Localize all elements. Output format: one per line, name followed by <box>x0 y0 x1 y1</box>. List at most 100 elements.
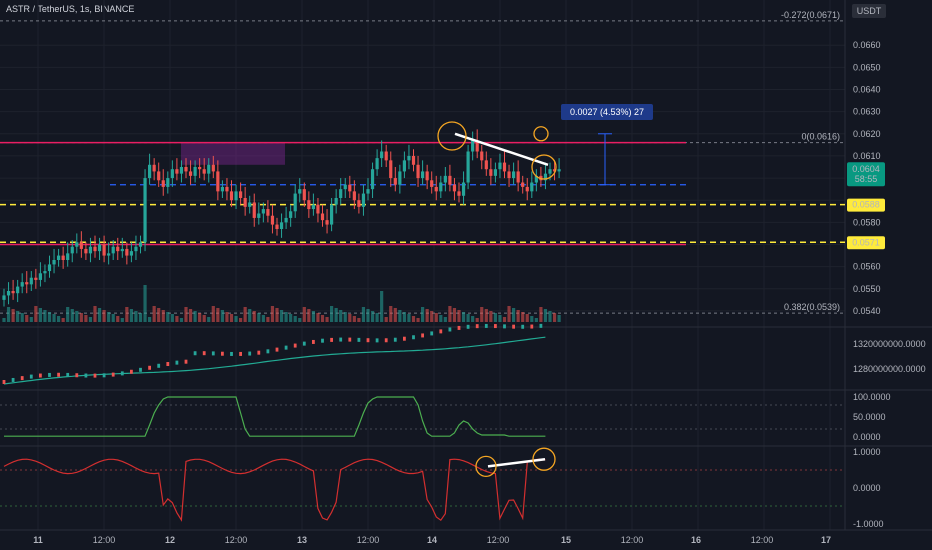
volume-bar <box>393 308 397 322</box>
candle-body <box>188 171 193 176</box>
indicator1-candle <box>66 372 70 377</box>
volume-bar <box>489 311 493 322</box>
volume-bar <box>380 291 384 322</box>
volume-bar <box>507 306 511 322</box>
volume-bar <box>284 312 288 322</box>
candle-body <box>170 169 174 179</box>
candle-body <box>6 291 11 296</box>
indicator1-tick: 1320000000.0000 <box>853 339 926 349</box>
candle-body <box>248 202 252 207</box>
volume-bar <box>475 318 479 322</box>
candle-body <box>134 246 138 252</box>
indicator1-candle <box>466 324 470 329</box>
candle-body <box>375 158 379 170</box>
candle-body <box>357 200 361 207</box>
indicator1-candle <box>393 337 397 342</box>
volume-bar <box>243 307 247 322</box>
volume-bar <box>252 311 256 322</box>
candle-body <box>261 209 265 214</box>
volume-bar <box>443 317 447 322</box>
candle-body <box>471 140 475 152</box>
candle-body <box>389 160 393 179</box>
candle-body <box>502 162 507 172</box>
volume-bar <box>411 316 416 322</box>
candle-body <box>84 248 88 254</box>
indicator2-line <box>4 396 546 437</box>
indicator1-candle <box>348 337 352 342</box>
candle-body <box>270 215 275 225</box>
candle-body <box>38 273 42 280</box>
volume-bar <box>548 311 552 322</box>
candle-body <box>175 169 179 174</box>
indicator1-candle <box>421 333 424 338</box>
support-price: 0.0571 <box>852 237 880 247</box>
volume-bar <box>293 316 297 322</box>
volume-bar <box>29 317 33 322</box>
candle-body <box>20 282 24 287</box>
volume-bar <box>461 312 466 322</box>
candle-body <box>512 171 516 179</box>
candle-body <box>370 169 375 190</box>
volume-bar <box>430 311 434 322</box>
candle-body <box>166 178 170 187</box>
candle-body <box>184 167 188 172</box>
candle-body <box>293 193 297 212</box>
indicator1-candle <box>503 324 506 329</box>
candle-body <box>302 189 306 201</box>
candle-body <box>129 251 133 256</box>
volume-bar <box>120 318 124 322</box>
volume-bar <box>375 313 379 322</box>
price-chart[interactable]: 0.0027 (4.53%) 27 -0.272(0.0671) 0(0.0616)… <box>0 0 932 550</box>
fib-label: 0(0.0616) <box>801 132 840 142</box>
volume-bar <box>330 306 334 322</box>
candle-body <box>339 189 343 198</box>
candle-body <box>225 186 229 192</box>
volume-bar <box>148 317 152 322</box>
volume-bar <box>307 309 311 322</box>
indicator1-candle <box>157 363 161 368</box>
x-axis-tick: 12:00 <box>93 535 116 545</box>
volume-bar <box>157 308 161 322</box>
candle-body <box>16 286 20 294</box>
volume-bar <box>266 317 270 322</box>
price-tick: 0.0540 <box>853 306 881 316</box>
indicator1-candle <box>239 351 242 356</box>
candle-body <box>120 248 124 252</box>
candle-body <box>457 191 461 196</box>
candle-body <box>34 277 38 280</box>
candle-body <box>334 198 338 205</box>
volume-bar <box>34 306 38 322</box>
current-price: 0.0604 <box>852 164 880 174</box>
indicator1-candle <box>484 323 488 328</box>
volume-bar <box>316 313 320 322</box>
volume-bar <box>93 306 97 322</box>
candle-body <box>325 220 329 225</box>
volume-bar <box>366 309 370 322</box>
candle-body <box>193 167 197 176</box>
candle-body <box>525 186 529 192</box>
candle-body <box>57 255 61 260</box>
price-tick: 0.0560 <box>853 262 881 272</box>
volume-bar <box>521 312 525 322</box>
x-axis-tick: 12:00 <box>357 535 380 545</box>
candle-body <box>25 282 29 285</box>
indicator1-candle <box>403 336 406 341</box>
indicator1-candle <box>293 343 297 348</box>
volume-bar <box>107 312 111 322</box>
candle-body <box>207 164 211 174</box>
candle-body <box>102 244 106 256</box>
volume-bar <box>302 307 306 322</box>
candle-body <box>307 200 311 210</box>
fib-label: -0.272(0.0671) <box>781 10 840 20</box>
candle-body <box>116 246 120 252</box>
indicator1-candle <box>475 324 479 329</box>
volume-bar <box>38 308 42 322</box>
candle-body <box>484 160 488 170</box>
indicator1-candle <box>384 338 388 343</box>
indicator1-tick: 1280000000.0000 <box>853 364 926 374</box>
volume-bar <box>325 317 329 322</box>
volume-bar <box>143 285 147 322</box>
volume-bar <box>111 314 115 322</box>
candle-body <box>330 204 334 225</box>
volume-bar <box>116 316 120 322</box>
